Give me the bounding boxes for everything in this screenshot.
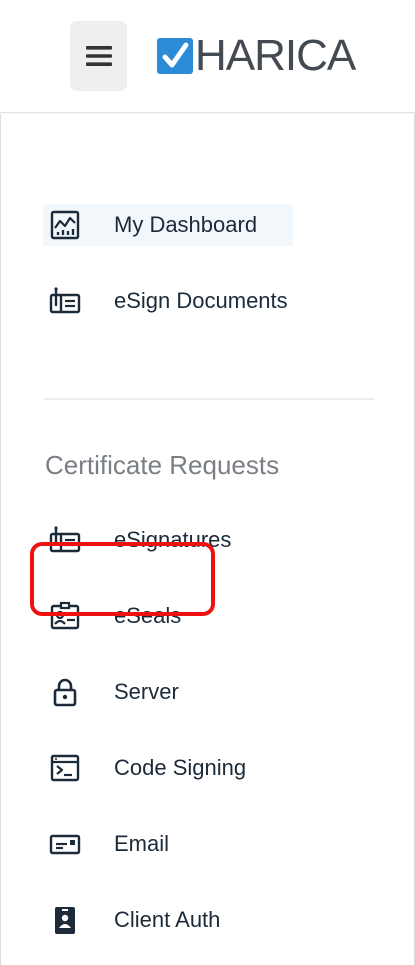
sidebar-nav: My Dashboard eSign Documents Certificate… xyxy=(0,114,415,965)
sidebar-item-eseals[interactable]: eSeals xyxy=(43,595,181,637)
top-header: HARICA xyxy=(0,0,415,113)
sidebar-item-label: Code Signing xyxy=(114,755,247,780)
logo-text: HARICA xyxy=(195,31,356,80)
lock-icon xyxy=(43,671,87,713)
sidebar-item-label: Client Auth xyxy=(114,907,221,932)
sidebar-item-code-signing[interactable]: Code Signing xyxy=(43,747,246,789)
sidebar-item-label: Server xyxy=(114,679,179,704)
dashboard-chart-icon xyxy=(43,204,87,246)
sidebar-item-label: eSignatures xyxy=(114,527,232,552)
sidebar-item-email[interactable]: Email xyxy=(43,823,169,865)
esignature-icon xyxy=(43,519,87,561)
harica-logo[interactable]: HARICA xyxy=(157,31,356,80)
id-badge-icon xyxy=(43,899,87,941)
sidebar-item-my-dashboard[interactable]: My Dashboard xyxy=(43,204,293,246)
checkmark-logo-icon xyxy=(157,38,193,74)
sidebar-item-client-auth[interactable]: Client Auth xyxy=(43,899,220,941)
sidebar-divider xyxy=(44,398,374,400)
code-terminal-icon xyxy=(43,747,87,789)
eseal-badge-icon xyxy=(43,595,87,637)
sidebar-item-label: eSeals xyxy=(114,603,182,628)
hamburger-menu-icon xyxy=(85,46,112,66)
email-card-icon xyxy=(43,823,87,865)
sidebar-item-esignatures[interactable]: eSignatures xyxy=(43,519,231,561)
sidebar-item-label: My Dashboard xyxy=(114,212,258,237)
esign-document-icon xyxy=(43,280,87,322)
sidebar-item-server[interactable]: Server xyxy=(43,671,179,713)
sidebar-item-esign-documents[interactable]: eSign Documents xyxy=(43,280,288,322)
sidebar-item-label: eSign Documents xyxy=(114,288,288,313)
sidebar-item-label: Email xyxy=(114,831,170,856)
section-title-certificate-requests: Certificate Requests xyxy=(45,450,280,480)
menu-button[interactable] xyxy=(70,21,127,91)
